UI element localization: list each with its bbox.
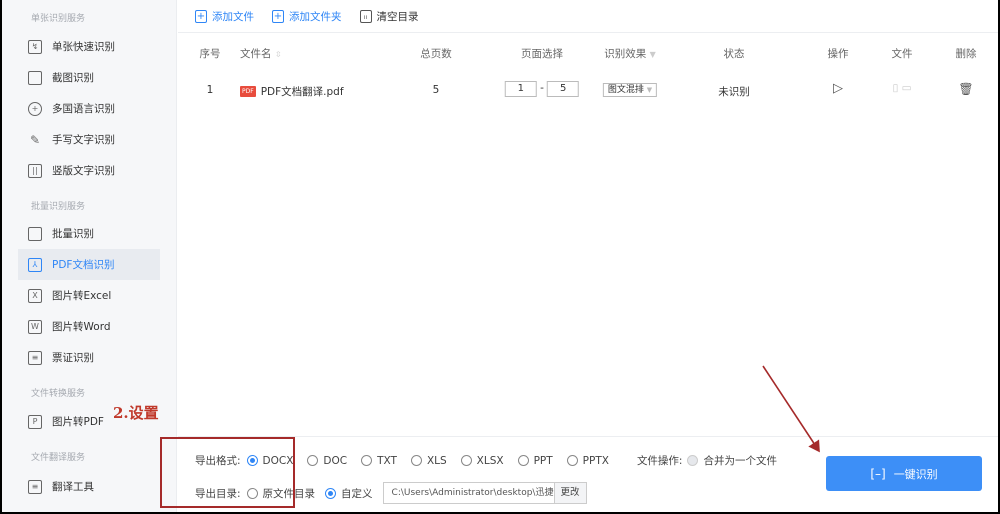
annotation-arrow — [762, 365, 820, 453]
